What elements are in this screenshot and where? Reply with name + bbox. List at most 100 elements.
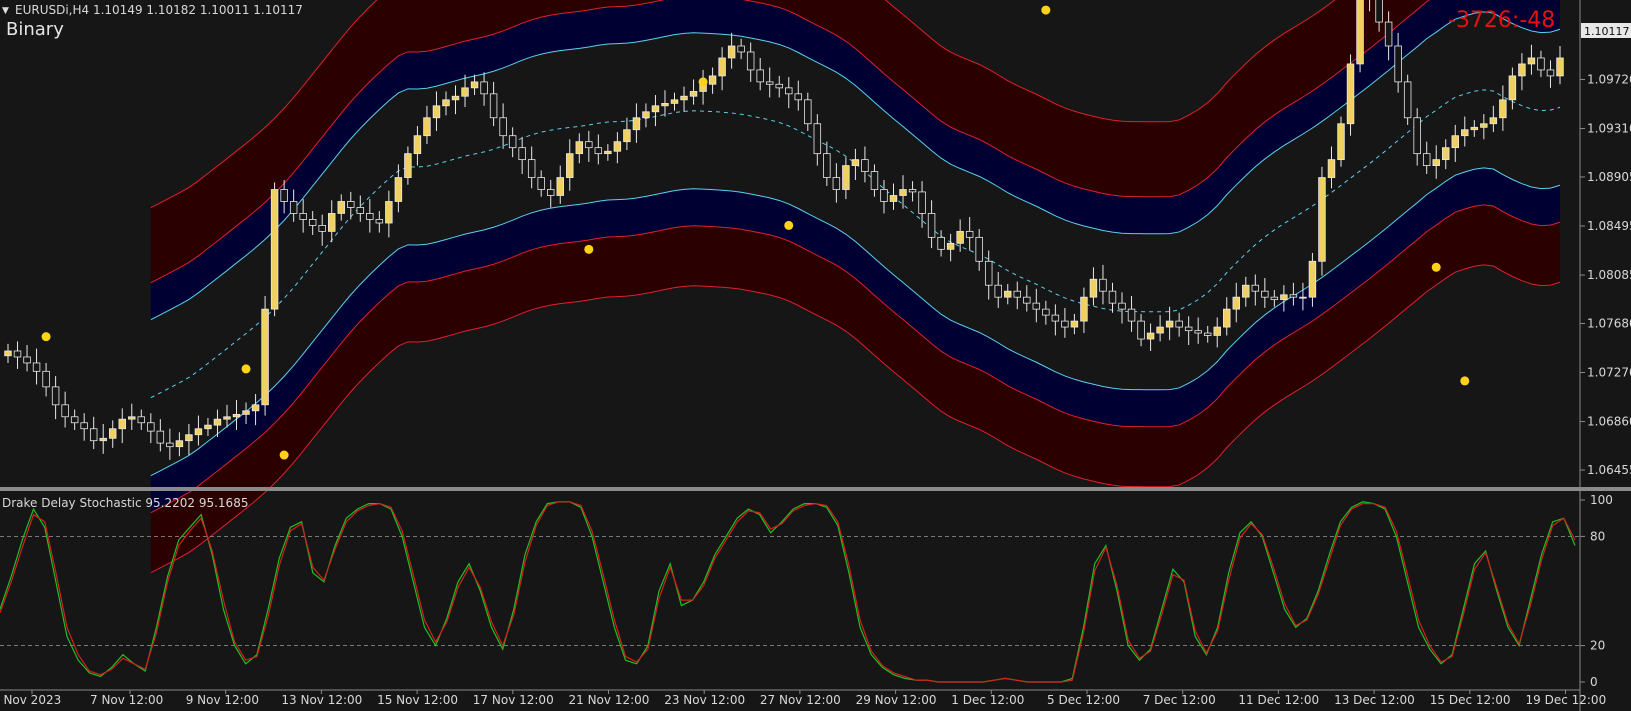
bear-candle xyxy=(1422,153,1431,167)
bear-candle xyxy=(1375,0,1383,23)
bull-candle xyxy=(1004,290,1012,298)
price-tick-label: 1.06860 xyxy=(1587,415,1631,429)
bull-candle xyxy=(1451,135,1459,149)
bear-candle xyxy=(1546,69,1555,77)
price-tick-label: 1.09310 xyxy=(1587,122,1631,136)
bull-candle xyxy=(1242,284,1250,298)
bear-candle xyxy=(280,189,288,202)
bull-candle xyxy=(623,129,631,143)
bull-candle xyxy=(604,150,612,155)
bull-candle xyxy=(851,159,860,167)
bull-candle xyxy=(613,141,622,152)
bull-candle xyxy=(1223,308,1231,328)
bull-candle xyxy=(242,410,250,415)
bull-candle xyxy=(575,141,584,155)
bull-candle xyxy=(1518,63,1526,77)
bear-candle xyxy=(537,177,545,190)
bear-candle xyxy=(518,147,526,161)
bear-candle xyxy=(1184,326,1193,332)
signal-dot xyxy=(1431,262,1441,272)
stochastic-signal-line xyxy=(0,501,1576,683)
signal-dot xyxy=(279,450,289,460)
bear-candle xyxy=(489,93,498,119)
bull-candle xyxy=(1165,320,1174,328)
bull-candle xyxy=(680,95,688,101)
bear-candle xyxy=(375,219,384,224)
price-tick-label: 1.08085 xyxy=(1587,268,1631,282)
bear-candle xyxy=(366,213,374,220)
pane-separator[interactable] xyxy=(0,487,1631,491)
bear-candle xyxy=(585,141,593,149)
bull-candle xyxy=(1280,294,1288,300)
price-tick-label: 1.06455 xyxy=(1587,463,1631,477)
bull-candle xyxy=(1461,129,1469,137)
bull-candle xyxy=(118,418,126,430)
bear-candle xyxy=(765,81,774,85)
bull-candle xyxy=(175,440,184,448)
signal-dot xyxy=(584,244,594,254)
bull-candle xyxy=(842,165,850,190)
bull-candle xyxy=(470,81,479,89)
bear-candle xyxy=(832,177,841,190)
bear-candle xyxy=(1394,45,1402,83)
bear-candle xyxy=(1203,332,1212,336)
bear-candle xyxy=(499,117,507,137)
bull-candle xyxy=(642,111,650,119)
bull-candle xyxy=(461,87,469,97)
bear-candle xyxy=(756,69,764,83)
collapse-arrow-icon[interactable]: ▼ xyxy=(2,6,9,16)
signal-dot xyxy=(1460,376,1470,386)
bear-candle xyxy=(89,428,98,442)
bear-candle xyxy=(51,386,60,406)
bull-candle xyxy=(1489,117,1498,125)
bull-candle xyxy=(223,416,231,420)
bear-candle xyxy=(737,45,745,53)
bull-candle xyxy=(251,404,260,412)
bear-candle xyxy=(480,81,488,95)
stochastic-tick-label: 100 xyxy=(1590,493,1613,507)
bear-candle xyxy=(975,236,983,262)
bull-candle xyxy=(1346,63,1355,125)
bull-candle xyxy=(1232,296,1241,310)
bull-candle xyxy=(1499,99,1507,119)
bear-candle xyxy=(804,99,812,125)
bull-candle xyxy=(1470,126,1479,131)
bear-candle xyxy=(1127,308,1136,322)
bear-candle xyxy=(880,189,888,202)
bull-candle xyxy=(689,91,698,97)
bull-candle xyxy=(899,189,907,196)
bear-candle xyxy=(289,201,298,214)
bear-candle xyxy=(137,416,146,424)
time-tick-label: 23 Nov 12:00 xyxy=(664,693,745,707)
stochastic-tick-label: 20 xyxy=(1590,639,1605,653)
bull-candle xyxy=(632,117,641,131)
stochastic-title: Drake Delay Stochastic 95.2202 95.1685 xyxy=(2,496,248,510)
indicator-name: Binary xyxy=(6,19,64,40)
price-tick-label: 1.08495 xyxy=(1587,219,1631,233)
bull-candle xyxy=(327,213,336,232)
bear-candle xyxy=(984,260,993,286)
bull-candle xyxy=(1089,278,1098,298)
bear-candle xyxy=(1384,21,1393,47)
bear-candle xyxy=(42,370,50,388)
bear-candle xyxy=(861,159,869,172)
time-tick-label: 13 Nov 12:00 xyxy=(281,693,362,707)
bull-candle xyxy=(337,201,345,214)
bear-candle xyxy=(80,422,88,430)
bull-candle xyxy=(1308,260,1317,298)
bear-candle xyxy=(1251,284,1260,292)
chart-canvas: 1.09720 1.09310 1.08905 1.08495 1.08085 1.076… xyxy=(0,0,1631,711)
bull-candle xyxy=(4,350,12,357)
time-tick-label: 1 Dec 12:00 xyxy=(951,693,1024,707)
bear-candle xyxy=(785,87,793,95)
bear-candle xyxy=(1042,308,1050,316)
signal-dot xyxy=(1041,5,1051,15)
stochastic-axis-ticks: 100 80 20 0 xyxy=(1580,493,1613,689)
bull-candle xyxy=(1432,159,1440,167)
bull-candle xyxy=(1527,57,1536,65)
bull-candle xyxy=(404,153,412,178)
price-tick-label: 1.07270 xyxy=(1587,366,1631,380)
bull-candle xyxy=(1442,147,1450,161)
bear-candle xyxy=(527,159,536,178)
bull-candle xyxy=(99,437,107,442)
